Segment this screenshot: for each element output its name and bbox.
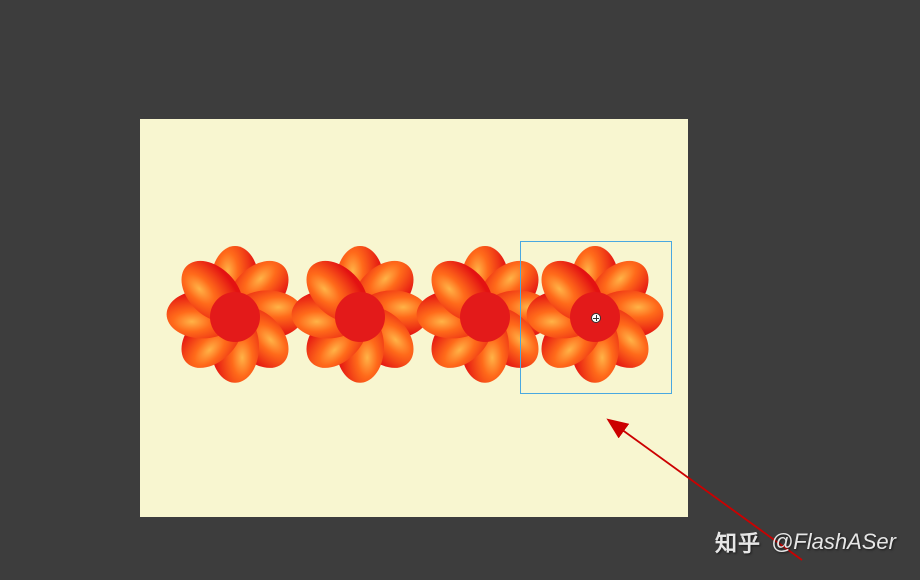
watermark: 知乎 @FlashASer (715, 526, 896, 558)
watermark-handle: @FlashASer (771, 529, 896, 555)
flower-center (460, 292, 510, 342)
registration-point-icon[interactable] (591, 313, 601, 323)
flower-center (335, 292, 385, 342)
flower-center (210, 292, 260, 342)
zhihu-logo-icon: 知乎 (715, 526, 761, 558)
